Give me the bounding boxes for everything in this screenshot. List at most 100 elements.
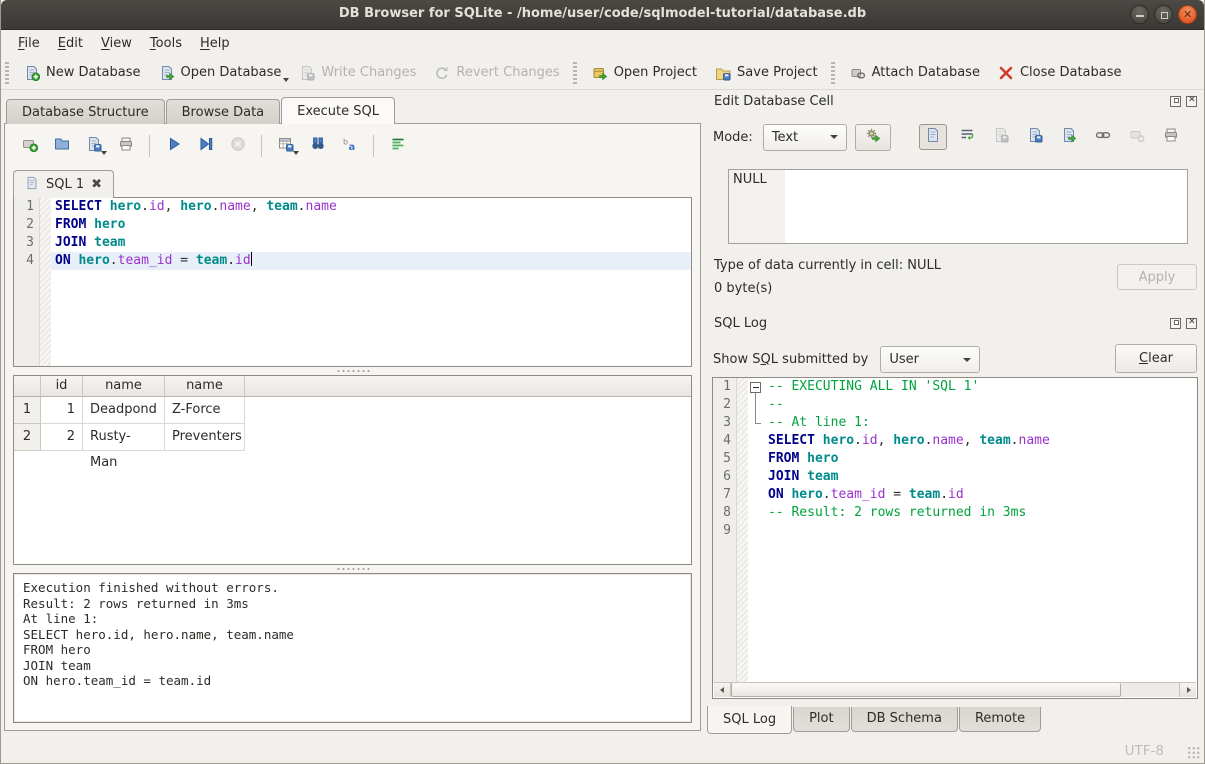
execute-current-line-button[interactable] xyxy=(191,133,220,159)
fold-marker-icon[interactable] xyxy=(748,378,764,396)
float-panel-icon[interactable] xyxy=(1170,96,1181,107)
new-database-button[interactable]: New Database xyxy=(15,60,150,86)
save-sql-file-button[interactable] xyxy=(79,133,108,159)
save-results-button[interactable] xyxy=(271,133,300,159)
open-project-button[interactable]: Open Project xyxy=(583,60,706,86)
menu-help[interactable]: Help xyxy=(191,33,239,54)
link-image-button[interactable] xyxy=(1089,124,1117,150)
toolbar-drag-handle[interactable] xyxy=(831,62,835,84)
code-line[interactable]: 5FROM hero xyxy=(713,450,1197,468)
tab-database-structure[interactable]: Database Structure xyxy=(6,99,165,124)
float-glyph xyxy=(1174,98,1179,103)
set-null-button[interactable] xyxy=(1123,124,1151,150)
sql-editor[interactable]: 1SELECT hero.id, hero.name, team.name2FR… xyxy=(13,197,692,367)
edit-cell-title: Edit Database Cell xyxy=(714,94,834,109)
code-line[interactable]: 8-- Result: 2 rows returned in 3ms xyxy=(713,504,1197,522)
menu-tools[interactable]: Tools xyxy=(141,33,191,54)
code-line[interactable]: 4ON hero.team_id = team.id xyxy=(14,252,691,270)
cell-edit-box[interactable]: NULL xyxy=(728,169,1188,244)
maximize-button[interactable] xyxy=(1154,5,1173,24)
code-line[interactable]: 4SELECT hero.id, hero.name, team.name xyxy=(713,432,1197,450)
revert-changes-button[interactable]: Revert Changes xyxy=(425,60,568,86)
column-header-id-0[interactable]: id xyxy=(41,376,83,397)
code-line[interactable]: 7ON hero.team_id = team.id xyxy=(713,486,1197,504)
scrollbar-track[interactable] xyxy=(1121,683,1179,697)
tab-execute-sql[interactable]: Execute SQL xyxy=(281,97,395,124)
open-database-button[interactable]: Open Database xyxy=(150,60,291,86)
table-cell[interactable]: Rusty-Man xyxy=(83,424,165,451)
sql-log-filter-select[interactable]: User xyxy=(880,346,980,373)
table-cell[interactable]: 1 xyxy=(41,397,83,424)
row-number[interactable]: 1 xyxy=(14,397,41,424)
write-changes-icon xyxy=(299,65,315,81)
save-project-button[interactable]: Save Project xyxy=(706,60,827,86)
export-file-button[interactable] xyxy=(1055,124,1083,150)
scroll-left-button[interactable] xyxy=(714,683,731,697)
code-line[interactable]: 9 xyxy=(713,522,1197,540)
scrollbar-thumb[interactable] xyxy=(731,683,1121,697)
save-as-button[interactable] xyxy=(1021,124,1049,150)
splitter-results-log[interactable] xyxy=(13,565,692,573)
minimize-button[interactable] xyxy=(1130,5,1149,24)
find-replace-button[interactable] xyxy=(303,133,332,159)
table-cell[interactable]: 2 xyxy=(41,424,83,451)
close-tab-icon[interactable]: ✖ xyxy=(91,180,102,190)
text-view-button[interactable] xyxy=(919,124,947,150)
table-cell[interactable]: Preventers xyxy=(165,424,245,451)
toolbar-drag-handle[interactable] xyxy=(5,62,9,84)
code-line[interactable]: 3JOIN team xyxy=(14,234,691,252)
print-cell-button[interactable] xyxy=(1157,124,1185,150)
clear-button[interactable]: Clear xyxy=(1115,344,1197,373)
stop-button[interactable] xyxy=(223,133,252,159)
tab-browse-data[interactable]: Browse Data xyxy=(166,99,281,124)
column-header-name-2[interactable]: name xyxy=(165,376,245,397)
print-button[interactable] xyxy=(111,133,140,159)
dock-tab-sql-log[interactable]: SQL Log xyxy=(707,706,792,734)
dock-tab-db-schema[interactable]: DB Schema xyxy=(851,707,958,732)
open-sql-file-button[interactable] xyxy=(47,133,76,159)
attach-database-button[interactable]: Attach Database xyxy=(841,60,989,86)
table-corner-cell[interactable] xyxy=(14,376,41,397)
toolbar-drag-handle[interactable] xyxy=(573,62,577,84)
close-panel-icon[interactable]: ✕ xyxy=(1186,318,1197,329)
code-line[interactable]: 2FROM hero xyxy=(14,216,691,234)
apply-button[interactable]: Apply xyxy=(1117,264,1197,290)
cell-edit-area[interactable] xyxy=(785,170,1187,243)
dock-tab-plot[interactable]: Plot xyxy=(793,707,850,732)
titlebar[interactable]: DB Browser for SQLite - /home/user/code/… xyxy=(1,0,1204,30)
code-line[interactable]: 3-- At line 1: xyxy=(713,414,1197,432)
close-panel-icon[interactable]: ✕ xyxy=(1186,96,1197,107)
row-number[interactable]: 2 xyxy=(14,424,41,451)
splitter-editor-results[interactable] xyxy=(13,367,692,375)
execute-all-button[interactable] xyxy=(159,133,188,159)
apply-format-button[interactable] xyxy=(855,124,891,151)
table-cell[interactable]: Deadpond xyxy=(83,397,165,424)
scroll-right-button[interactable] xyxy=(1179,683,1196,697)
write-changes-button[interactable]: Write Changes xyxy=(290,60,425,86)
float-panel-icon[interactable] xyxy=(1170,318,1181,329)
resize-grip[interactable] xyxy=(1187,746,1200,759)
menu-file[interactable]: File xyxy=(9,33,49,54)
cell-mode-select[interactable]: Text xyxy=(763,124,847,151)
import-file-button[interactable] xyxy=(987,124,1015,150)
close-button[interactable]: ✕ xyxy=(1178,5,1197,24)
menu-view[interactable]: View xyxy=(92,33,141,54)
code-line[interactable]: 6JOIN team xyxy=(713,468,1197,486)
dock-tab-remote[interactable]: Remote xyxy=(959,707,1041,732)
column-header-name-1[interactable]: name xyxy=(83,376,165,397)
toolbar-separator xyxy=(373,135,374,157)
new-tab-button[interactable] xyxy=(15,133,44,159)
menu-edit[interactable]: Edit xyxy=(49,33,92,54)
open-database-icon xyxy=(159,65,175,81)
auto-complete-button[interactable]: ba xyxy=(335,133,364,159)
format-sql-button[interactable] xyxy=(383,133,412,159)
close-database-button[interactable]: Close Database xyxy=(989,60,1131,86)
code-line[interactable]: 2-- xyxy=(713,396,1197,414)
word-wrap-button[interactable] xyxy=(953,124,981,150)
horizontal-scrollbar[interactable] xyxy=(714,682,1196,697)
code-line[interactable]: 1SELECT hero.id, hero.name, team.name xyxy=(14,198,691,216)
sql-doc-tab[interactable]: SQL 1 ✖ xyxy=(13,170,114,198)
table-cell[interactable]: Z-Force xyxy=(165,397,245,424)
toolbar-separator xyxy=(149,135,150,157)
code-line[interactable]: 1-- EXECUTING ALL IN 'SQL 1' xyxy=(713,378,1197,396)
